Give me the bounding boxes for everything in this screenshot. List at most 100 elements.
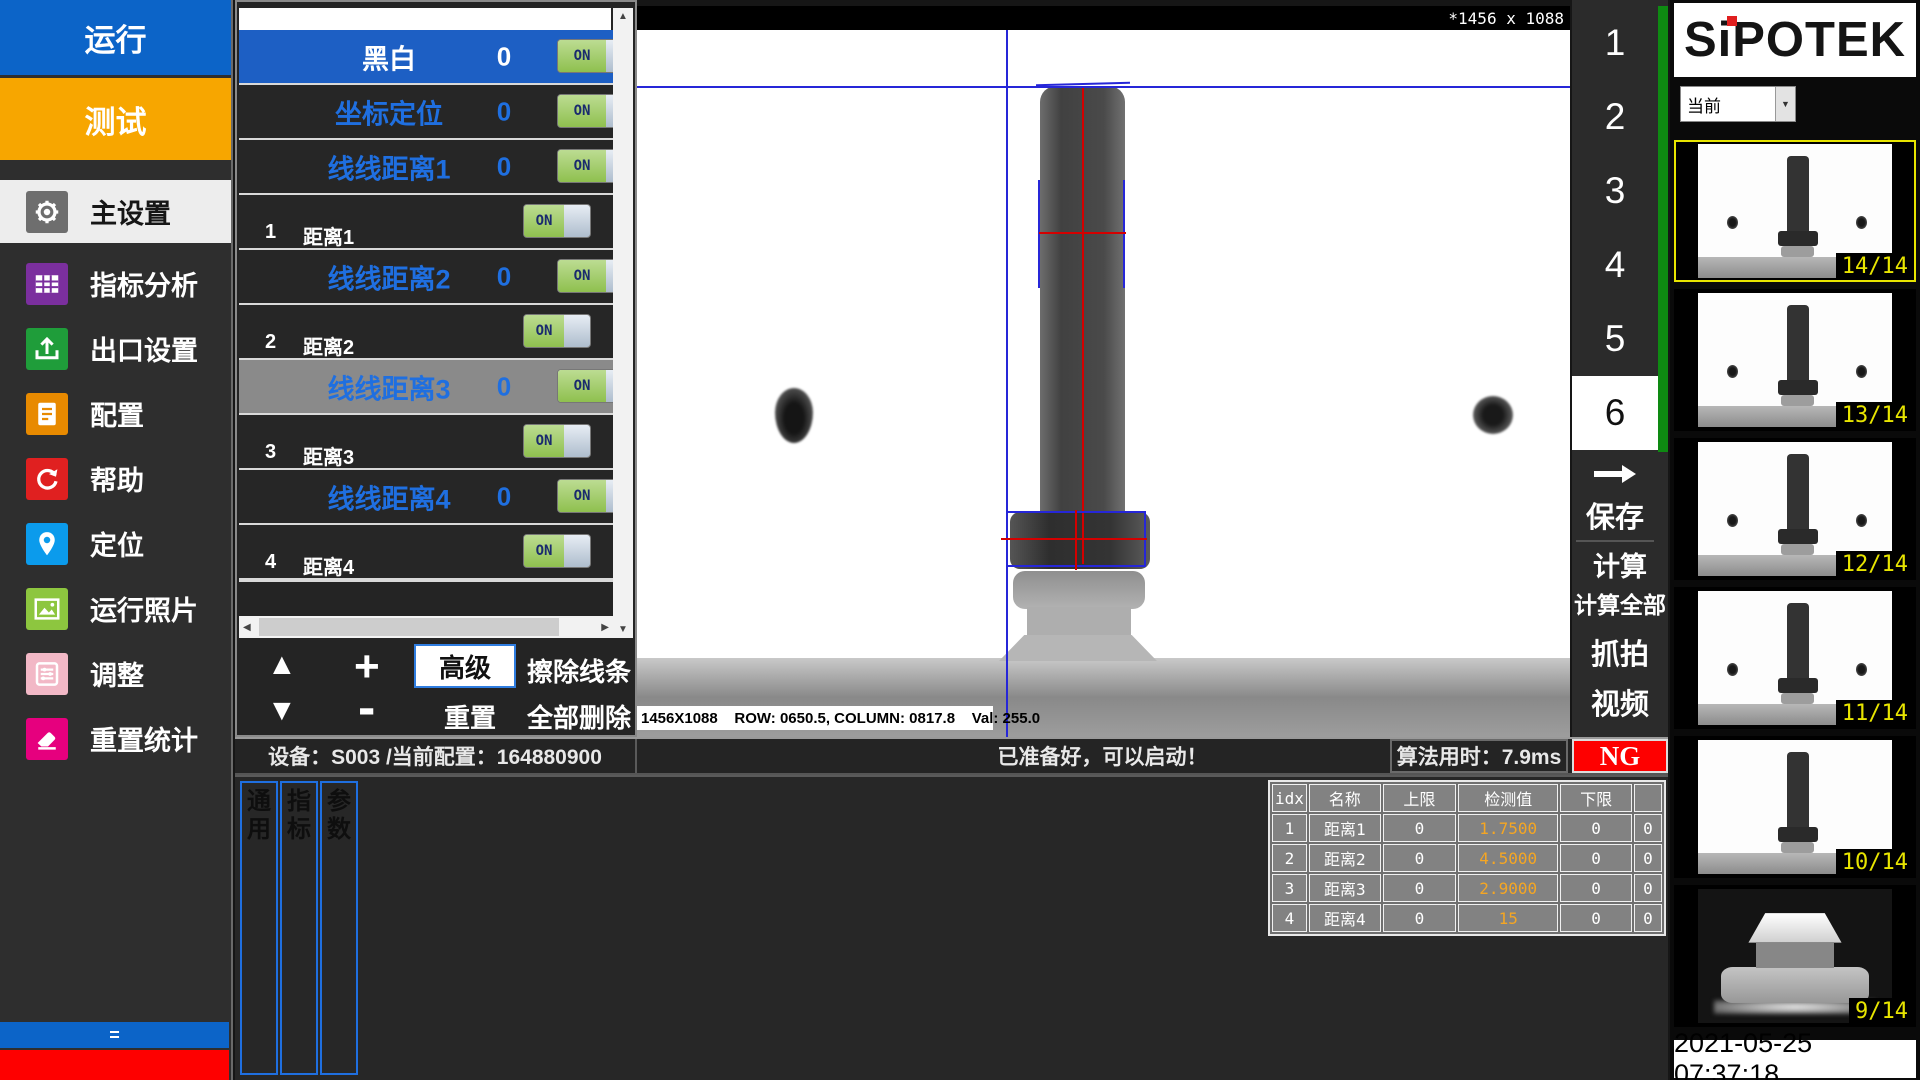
image-history-panel: SiPOTEK 当前 ▼ 14/1413/1412/1411/1410/149/…: [1670, 0, 1920, 1080]
move-down-button[interactable]: ▼: [267, 694, 297, 728]
snapshot-button[interactable]: 抓拍: [1572, 630, 1668, 674]
param-label: 距离2: [303, 331, 354, 360]
thumbnail[interactable]: 14/14: [1674, 140, 1916, 282]
on-off-toggle[interactable]: ON: [557, 369, 613, 403]
table-cell: 4: [1272, 904, 1307, 932]
thumbnail[interactable]: 11/14: [1674, 587, 1916, 729]
param-row[interactable]: 线线距离40ON: [239, 470, 613, 523]
thumb-head: [1778, 827, 1819, 842]
thumbnail[interactable]: 9/14: [1674, 885, 1916, 1027]
param-row[interactable]: 线线距离30ON: [239, 360, 613, 413]
erase-lines-button[interactable]: 擦除线条: [527, 652, 631, 689]
sidebar-item-label: 运行照片: [90, 589, 198, 628]
toggle-knob: [606, 40, 613, 72]
scroll-right-icon[interactable]: ▶: [601, 622, 609, 633]
delete-all-button[interactable]: 全部删除: [527, 698, 631, 735]
minus-button[interactable]: -: [358, 678, 375, 738]
scroll-down-icon[interactable]: ▼: [618, 624, 628, 635]
on-off-toggle[interactable]: ON: [523, 204, 591, 238]
param-row[interactable]: 线线距离10ON: [239, 140, 613, 193]
page-number-6[interactable]: 6: [1572, 376, 1658, 450]
thumbnail[interactable]: 13/14: [1674, 289, 1916, 431]
next-arrow-button[interactable]: [1572, 456, 1658, 492]
param-row[interactable]: 1距离1ON: [239, 195, 613, 248]
sidebar-item-reset-stats[interactable]: 重置统计: [0, 706, 231, 771]
on-off-toggle[interactable]: ON: [523, 314, 591, 348]
table-header: [1634, 784, 1662, 812]
on-off-toggle[interactable]: ON: [557, 39, 613, 73]
table-cell: 0: [1634, 904, 1662, 932]
measure-line-vertical: [1082, 88, 1084, 564]
advanced-button[interactable]: 高级: [414, 644, 516, 688]
edge-line-right: [1123, 180, 1125, 288]
bottom-tab-2[interactable]: 指标: [280, 781, 318, 1075]
arrow-right-icon: [1592, 463, 1638, 485]
collapse-bar[interactable]: =: [0, 1022, 229, 1048]
toggle-knob: [606, 95, 613, 127]
param-row[interactable]: 2距离2ON: [239, 305, 613, 358]
param-row[interactable]: 3距离3ON: [239, 415, 613, 468]
sidebar-item-metrics[interactable]: 指标分析: [0, 251, 231, 316]
param-list-header: [239, 8, 611, 30]
param-label: 距离3: [303, 441, 354, 470]
sidebar-item-main-settings[interactable]: 主设置: [0, 180, 231, 243]
page-number-1[interactable]: 1: [1572, 6, 1658, 80]
move-up-button[interactable]: ▲: [267, 648, 297, 682]
scroll-up-icon[interactable]: ▲: [618, 11, 628, 22]
thumb-dot-left: [1727, 514, 1738, 527]
page-number-3[interactable]: 3: [1572, 154, 1658, 228]
param-row[interactable]: 黑白0ON: [239, 30, 613, 83]
photo-icon: [26, 588, 68, 630]
scroll-left-icon[interactable]: ◀: [243, 622, 251, 633]
save-button[interactable]: 保存: [1572, 494, 1658, 536]
table-cell: 3: [1272, 874, 1307, 902]
bottom-tab-1[interactable]: 通用: [240, 781, 278, 1075]
on-off-toggle[interactable]: ON: [523, 534, 591, 568]
source-dropdown[interactable]: 当前 ▼: [1680, 86, 1796, 122]
video-button[interactable]: 视频: [1572, 680, 1668, 724]
thumbnail-list: 14/1413/1412/1411/1410/149/14: [1670, 140, 1920, 1034]
param-row[interactable]: 4距离4ON: [239, 525, 613, 578]
calculate-button[interactable]: 计算: [1572, 546, 1668, 582]
thumb-dot-left: [1727, 216, 1738, 229]
sidebar-item-export-settings[interactable]: 出口设置: [0, 316, 231, 381]
image-viewport[interactable]: *1456 x 1088 1456X1088 ROW: 0650.5, COLU…: [637, 6, 1570, 737]
logo-text: SiPOTEK: [1684, 12, 1906, 68]
thumb-dot-left: [1727, 663, 1738, 676]
on-off-toggle[interactable]: ON: [557, 94, 613, 128]
sidebar-item-run-photos[interactable]: 运行照片: [0, 576, 231, 641]
measure-line-rod: [1039, 232, 1126, 234]
on-off-toggle[interactable]: ON: [557, 149, 613, 183]
page-number-5[interactable]: 5: [1572, 302, 1658, 376]
param-row[interactable]: 线线距离20ON: [239, 250, 613, 303]
page-number-2[interactable]: 2: [1572, 80, 1658, 154]
page-number-4[interactable]: 4: [1572, 228, 1658, 302]
dropdown-value: 当前: [1681, 87, 1775, 121]
reset-button[interactable]: 重置: [444, 698, 496, 735]
vertical-scrollbar[interactable]: ▲ ▼: [613, 8, 633, 638]
on-off-toggle[interactable]: ON: [557, 479, 613, 513]
sidebar-item-help[interactable]: 帮助: [0, 446, 231, 511]
on-off-toggle[interactable]: ON: [523, 424, 591, 458]
parameter-panel: 黑白0ON坐标定位0ON线线距离10ON1距离1ON线线距离20ON2距离2ON…: [235, 0, 637, 737]
chevron-down-icon[interactable]: ▼: [1775, 87, 1795, 121]
left-blob: [775, 388, 813, 443]
test-button[interactable]: 测试: [0, 78, 231, 160]
bottom-tab-3[interactable]: 参数: [320, 781, 358, 1075]
toggle-on-label: ON: [558, 95, 606, 127]
sidebar-item-adjust[interactable]: 调整: [0, 641, 231, 706]
thumbnail[interactable]: 10/14: [1674, 736, 1916, 878]
horizontal-scrollbar[interactable]: ◀ ▶: [239, 616, 613, 638]
sidebar-item-config[interactable]: 配置: [0, 381, 231, 446]
thumb-dot-left: [1727, 365, 1738, 378]
toggle-on-label: ON: [558, 370, 606, 402]
toggle-knob: [564, 315, 590, 347]
on-off-toggle[interactable]: ON: [557, 259, 613, 293]
scrollbar-thumb[interactable]: [259, 618, 559, 636]
run-button[interactable]: 运行: [0, 0, 231, 75]
table-cell: 15: [1458, 904, 1558, 932]
thumbnail[interactable]: 12/14: [1674, 438, 1916, 580]
param-row[interactable]: 坐标定位0ON: [239, 85, 613, 138]
calculate-all-button[interactable]: 计算全部: [1572, 586, 1668, 620]
sidebar-item-locate[interactable]: 定位: [0, 511, 231, 576]
